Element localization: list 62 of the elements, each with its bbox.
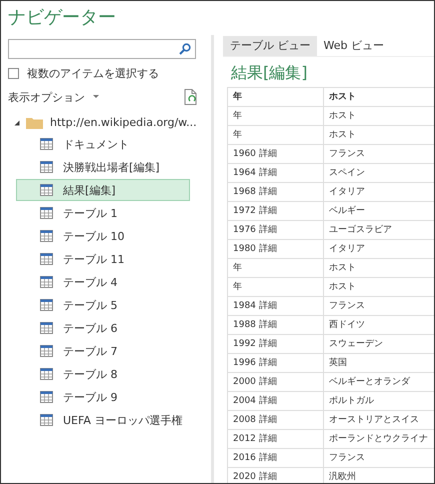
checkbox[interactable] (8, 68, 19, 78)
table-cell: 2016 詳細 (228, 448, 324, 468)
column-header: 年 (228, 88, 324, 106)
tree-item[interactable]: テーブル 6 (16, 317, 190, 339)
table-cell: 1964 詳細 (228, 164, 324, 182)
tree-item[interactable]: 結果[編集] (16, 179, 190, 201)
table-icon (40, 276, 53, 288)
tree-item[interactable]: テーブル 8 (16, 363, 190, 385)
tree-item[interactable]: UEFA ヨーロッパ選手権 (16, 409, 190, 431)
refresh-button[interactable] (184, 89, 198, 105)
table-icon (40, 184, 53, 196)
table-icon (40, 391, 53, 403)
table-icon (40, 414, 53, 426)
table-icon (40, 253, 53, 265)
table-cell: 1988 詳細 (228, 316, 324, 334)
table-cell: 年 (228, 126, 324, 144)
table-icon (40, 207, 53, 219)
column-header: ホスト (324, 88, 434, 106)
table-cell: 2008 詳細 (228, 410, 324, 430)
table-cell: 1992 詳細 (228, 334, 324, 354)
tree-item[interactable]: テーブル 1 (16, 202, 190, 224)
table-cell: 1968 詳細 (228, 182, 324, 202)
tree-item[interactable]: テーブル 4 (16, 271, 190, 293)
tab[interactable]: テーブル ビュー (223, 36, 316, 56)
table-icon (40, 230, 53, 242)
table-cell: 2004 詳細 (228, 392, 324, 410)
table-icon (40, 138, 53, 150)
table-cell: 年 (228, 106, 324, 126)
search-field[interactable] (8, 39, 196, 59)
preview-title: 結果[編集] (231, 63, 308, 83)
display-options-dropdown[interactable]: 表示オプション (8, 90, 100, 104)
table-cell: 1972 詳細 (228, 202, 324, 220)
folder-icon (26, 116, 44, 129)
tree-item[interactable]: テーブル 5 (16, 294, 190, 316)
table-icon (40, 322, 53, 334)
tree-item[interactable]: テーブル 9 (16, 386, 190, 408)
tab[interactable]: Web ビュー (316, 36, 390, 56)
table-cell: 2012 詳細 (228, 430, 324, 448)
window-title: ナビゲーター (7, 6, 117, 30)
tree-item[interactable]: テーブル 7 (16, 340, 190, 362)
table-icon (40, 345, 53, 357)
table-cell: 1984 詳細 (228, 296, 324, 316)
table-icon (40, 299, 53, 311)
checkbox-label: 複数のアイテムを選択する (27, 66, 159, 80)
tree-item[interactable]: ドキュメント (16, 133, 190, 155)
tree-node[interactable]: http://en.wikipedia.org/w... (8, 112, 198, 133)
caret-icon (93, 95, 100, 99)
tree-item[interactable]: テーブル 11 (16, 248, 190, 270)
table-cell: 2020 詳細 (228, 468, 324, 483)
search-icon (179, 43, 191, 55)
table-cell: 1960 詳細 (228, 144, 324, 164)
tree-item[interactable]: 決勝戦出場者[編集] (16, 156, 190, 178)
tree-item[interactable]: テーブル 10 (16, 225, 190, 247)
table-icon (40, 368, 53, 380)
table-icon (40, 161, 53, 173)
table-cell: 年 (228, 258, 324, 278)
table-cell: 1976 詳細 (228, 220, 324, 240)
table-cell: 1996 詳細 (228, 354, 324, 372)
table-cell: 年 (228, 278, 324, 296)
table-cell: 1980 詳細 (228, 240, 324, 258)
refresh-icon (184, 89, 198, 105)
table-cell: 2000 詳細 (228, 372, 324, 392)
